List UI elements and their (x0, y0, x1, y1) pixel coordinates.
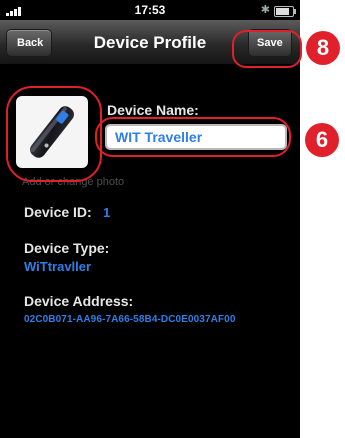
battery-icon (274, 6, 296, 17)
device-id-value: 1 (103, 205, 111, 220)
photo-highlight-ring (6, 86, 102, 182)
bluetooth-icon: ✱ (260, 4, 270, 16)
status-bar: 17:53 ✱ (0, 0, 300, 20)
battery-level (276, 8, 289, 15)
device-type-label: Device Type: (24, 240, 110, 256)
device-type-value: WiTtravller (24, 259, 92, 274)
save-highlight-ring (232, 30, 302, 68)
device-name-label: Device Name: (107, 102, 199, 118)
device-id-label: Device ID: (24, 204, 92, 220)
step-badge-save: 8 (306, 31, 340, 65)
name-highlight-ring (95, 117, 291, 157)
step-badge-name: 6 (305, 123, 339, 157)
status-time: 17:53 (134, 3, 166, 17)
device-address-value: 02C0B071-AA96-7A66-58B4-DC0E0037AF00 (24, 314, 236, 325)
device-address-label: Device Address: (24, 293, 134, 309)
